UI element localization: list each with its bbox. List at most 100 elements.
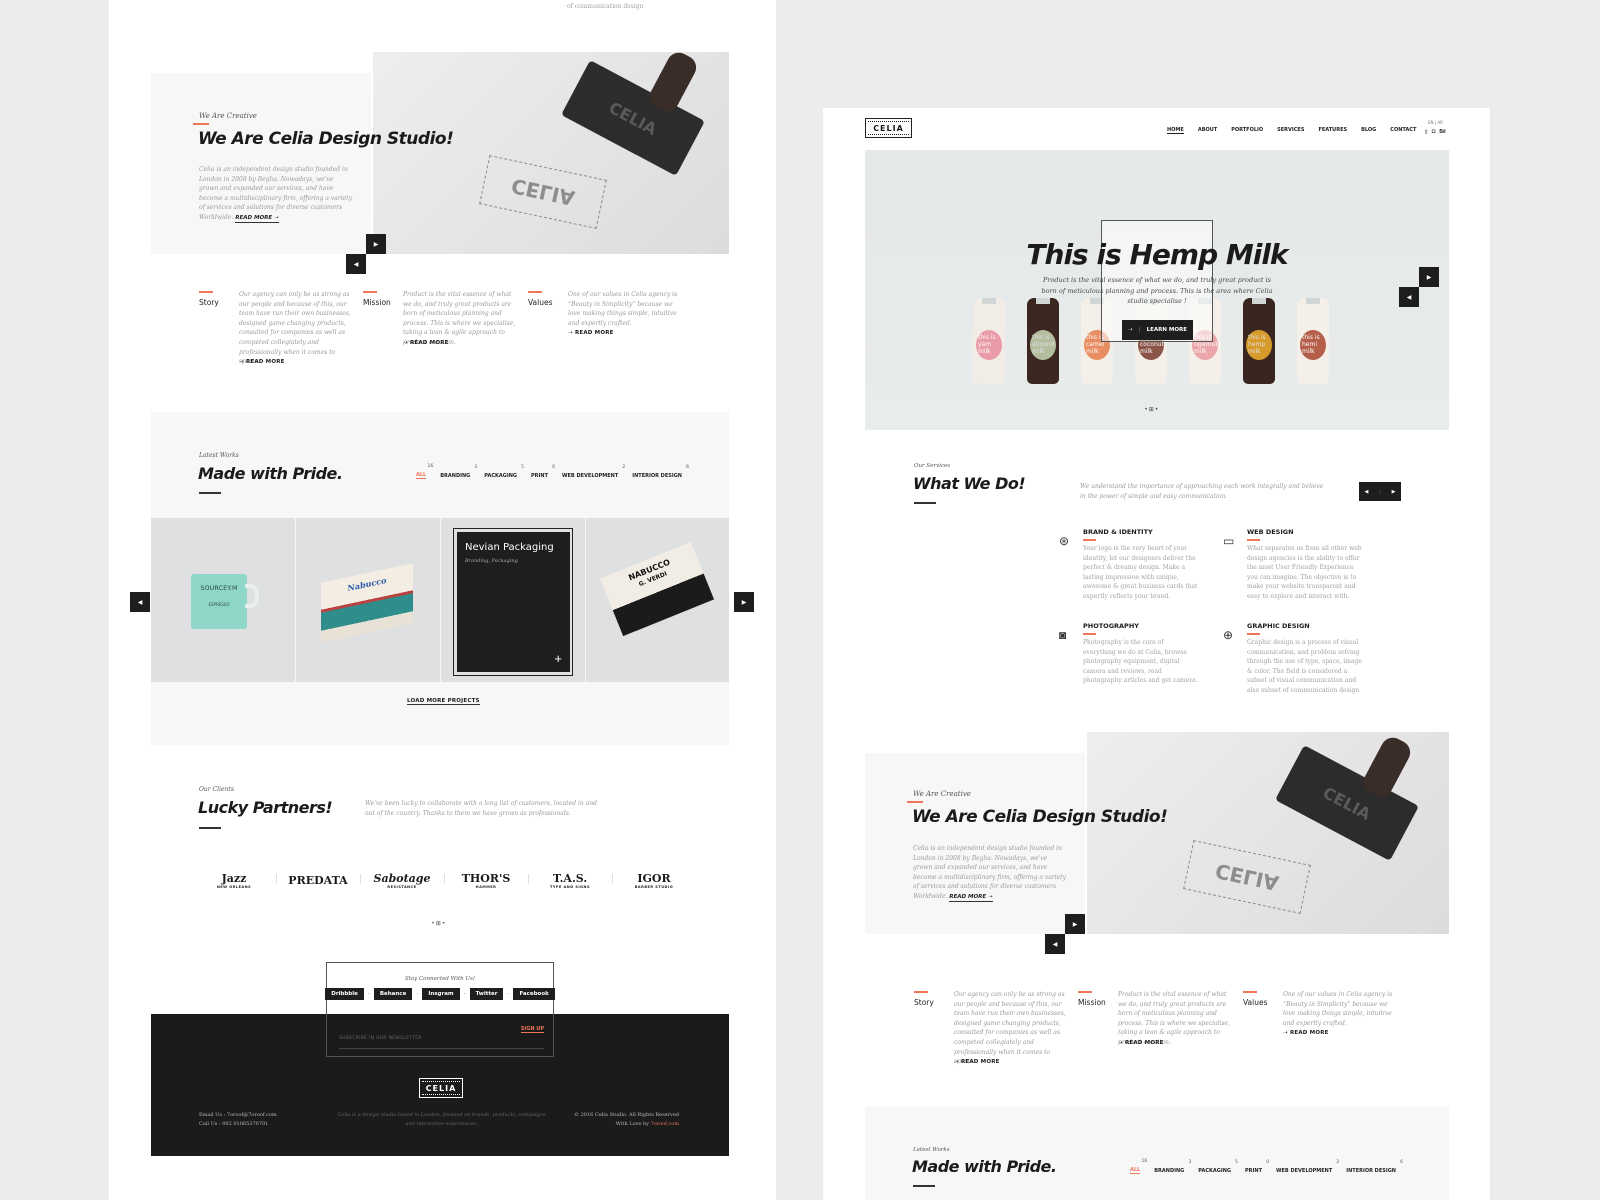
filter-tab-web-development[interactable]: WEB DEVELOPMENT 2 bbox=[1276, 1160, 1339, 1174]
filter-tab-branding[interactable]: BRANDING 3 bbox=[440, 465, 477, 479]
partner-logo-igor[interactable]: IGOR BARBER STUDIO bbox=[619, 860, 689, 900]
about-read-more-link[interactable]: READ MORE ➝ bbox=[235, 214, 279, 223]
about-read-more-link[interactable]: READ MORE ➝ bbox=[949, 893, 993, 902]
trio-read-more-link[interactable]: ➝ READ MORE bbox=[403, 340, 449, 346]
filter-count: 0 bbox=[552, 465, 555, 470]
service-body: Your logo is the very heart of your iden… bbox=[1083, 545, 1198, 600]
works-gallery: SOURCEY.M ESPRESSO Nabucco Nevian Packagi… bbox=[151, 518, 729, 682]
work-tile-mug[interactable]: SOURCEY.M ESPRESSO bbox=[151, 518, 295, 682]
footer-email[interactable]: Email Us : 7oroof@7oroof.com bbox=[199, 1111, 277, 1120]
trio-read-more-link[interactable]: ➝ READ MORE bbox=[1283, 1030, 1329, 1036]
services-next-button[interactable]: ▶ bbox=[1392, 489, 1396, 495]
work-tile-nevian[interactable]: Nevian Packaging Branding, Packaging + bbox=[441, 518, 585, 682]
filter-tab-packaging[interactable]: PACKAGING 5 bbox=[1198, 1160, 1238, 1174]
filter-count: 2 bbox=[1336, 1160, 1340, 1165]
filter-tab-all[interactable]: ALL 16 bbox=[416, 464, 433, 479]
behance-icon[interactable]: Bē bbox=[1439, 129, 1445, 136]
filter-tab-print[interactable]: PRINT 0 bbox=[531, 465, 555, 479]
filter-count: 0 bbox=[1266, 1160, 1269, 1165]
hero-prev-button[interactable]: ◀ bbox=[1399, 287, 1419, 307]
filter-tab-interior-design[interactable]: INTERIOR DESIGN 6 bbox=[1346, 1160, 1403, 1174]
nav-item-contact[interactable]: CONTACT bbox=[1390, 127, 1416, 134]
newsletter-input[interactable]: SUBSCRIBE IN OUR NEWSLETTER bbox=[339, 1036, 422, 1041]
twitter-icon[interactable]: 𝕥 bbox=[1425, 129, 1428, 136]
partner-name: Jazz bbox=[221, 871, 247, 885]
credit-link[interactable]: 7oroof.com bbox=[651, 1121, 679, 1127]
separator: · bbox=[463, 991, 466, 997]
services-eyebrow: Our Services bbox=[914, 463, 951, 469]
product-bottle: this is hemi milk bbox=[1297, 298, 1329, 384]
works-eyebrow: Latest Works bbox=[199, 452, 239, 459]
trio-item-story: Story bbox=[199, 291, 219, 307]
works-title: Made with Pride. bbox=[912, 1157, 1057, 1176]
filter-tab-all[interactable]: ALL 16 bbox=[1130, 1159, 1147, 1174]
learn-more-button[interactable]: ➝ | LEARN MORE bbox=[1122, 320, 1193, 340]
partner-divider bbox=[612, 874, 613, 884]
about-panel bbox=[151, 73, 371, 254]
partner-logo-tas[interactable]: T.A.S. TYPE AND SIGNS bbox=[535, 860, 605, 900]
trio-read-more-link[interactable]: ➝ READ MORE bbox=[239, 359, 285, 365]
accent-underline bbox=[528, 291, 542, 293]
card-graphic: NABUCCO G. VERDI bbox=[599, 541, 715, 637]
newsletter-form: SUBSCRIBE IN OUR NEWSLETTER SIGN UP bbox=[339, 1026, 544, 1049]
social-link-insgram[interactable]: Insgram bbox=[422, 988, 460, 1000]
partner-name: PREDATA bbox=[288, 873, 348, 887]
load-more-projects-button[interactable]: LOAD MORE PROJECTS bbox=[407, 698, 480, 705]
filter-tab-interior-design[interactable]: INTERIOR DESIGN 6 bbox=[632, 465, 689, 479]
plus-icon[interactable]: + bbox=[554, 651, 562, 666]
copyright-text: © 2016 Celia Studio. All Rights Reserved bbox=[574, 1112, 679, 1118]
trio-read-more-link[interactable]: ➝ READ MORE bbox=[954, 1059, 1000, 1065]
sign-up-button[interactable]: SIGN UP bbox=[520, 1026, 544, 1033]
services-prev-button[interactable]: ◀ bbox=[1364, 489, 1368, 495]
filter-count: 3 bbox=[1188, 1160, 1192, 1165]
language-switcher[interactable]: EN | AR bbox=[1428, 120, 1443, 125]
filter-tab-web-development[interactable]: WEB DEVELOPMENT 2 bbox=[562, 465, 625, 479]
hero-next-button[interactable]: ▶ bbox=[1419, 267, 1439, 287]
trio-read-more-link[interactable]: ➝ READ MORE bbox=[568, 330, 614, 336]
gallery-next-button[interactable]: ▶ bbox=[734, 592, 754, 612]
nav-item-home[interactable]: HOME bbox=[1167, 127, 1184, 134]
partner-tagline: NEW ORLEANS bbox=[216, 884, 252, 889]
header-logo[interactable]: CELIA bbox=[865, 118, 912, 138]
nav-item-blog[interactable]: BLOG bbox=[1361, 127, 1376, 134]
left-page-mockup: of communication design CELIA CELIA We A… bbox=[109, 0, 776, 1200]
about-prev-button[interactable]: ◀ bbox=[1045, 934, 1065, 954]
nav-item-features[interactable]: FEATURES bbox=[1318, 127, 1347, 134]
trio-title: Mission bbox=[363, 297, 391, 307]
social-link-behance[interactable]: Behance bbox=[373, 988, 413, 1000]
filter-tab-print[interactable]: PRINT 0 bbox=[1245, 1160, 1269, 1174]
about-next-button[interactable]: ▶ bbox=[366, 234, 386, 254]
partner-logo-sabotage[interactable]: Sabotage RESISTANCE bbox=[367, 860, 437, 900]
work-tile-card[interactable]: NABUCCO G. VERDI bbox=[586, 518, 729, 682]
accent-underline bbox=[363, 291, 377, 293]
footer-logo[interactable]: CELIA bbox=[419, 1078, 463, 1098]
service-body: Photography is the core of everything we… bbox=[1083, 639, 1198, 685]
social-link-facebook[interactable]: Facebook bbox=[513, 988, 555, 1000]
gallery-prev-button[interactable]: ◀ bbox=[130, 592, 150, 612]
social-link-dribbble[interactable]: Dribbble bbox=[325, 988, 364, 1000]
about-prev-button[interactable]: ◀ bbox=[346, 254, 366, 274]
credit-text: With Love by 7oroof.com bbox=[615, 1121, 679, 1127]
partner-logo-jazz[interactable]: Jazz NEW ORLEANS bbox=[199, 860, 269, 900]
mug-graphic: SOURCEY.M ESPRESSO bbox=[191, 574, 247, 629]
instagram-icon[interactable]: ◘ bbox=[1432, 129, 1436, 136]
partner-divider bbox=[276, 874, 277, 884]
filter-count: 5 bbox=[1235, 1160, 1239, 1165]
partner-logo-thors[interactable]: THOR'S HAMMER bbox=[451, 860, 521, 900]
nav-item-portfolio[interactable]: PORTFOLIO bbox=[1231, 127, 1263, 134]
filter-tab-branding[interactable]: BRANDING 3 bbox=[1154, 1160, 1191, 1174]
partner-logo-predata[interactable]: PREDATA bbox=[283, 860, 353, 900]
about-body: Celia is an independent design studio fo… bbox=[199, 166, 352, 223]
nav-item-about[interactable]: ABOUT bbox=[1198, 127, 1217, 134]
nav-item-services[interactable]: SERVICES bbox=[1277, 127, 1304, 134]
work-tile-box[interactable]: Nabucco bbox=[296, 518, 440, 682]
filter-tab-packaging[interactable]: PACKAGING 5 bbox=[484, 465, 524, 479]
filter-count: 5 bbox=[521, 465, 525, 470]
hero-pagination[interactable]: • ⊞ • bbox=[1145, 406, 1158, 413]
social-link-twitter[interactable]: Twitter bbox=[469, 988, 504, 1000]
trio-read-more-link[interactable]: ➝ READ MORE bbox=[1118, 1040, 1164, 1046]
partners-pagination[interactable]: • ⊞ • bbox=[432, 920, 445, 927]
about-next-button[interactable]: ▶ bbox=[1065, 914, 1085, 934]
title-underline bbox=[914, 502, 936, 504]
partner-divider bbox=[528, 874, 529, 884]
